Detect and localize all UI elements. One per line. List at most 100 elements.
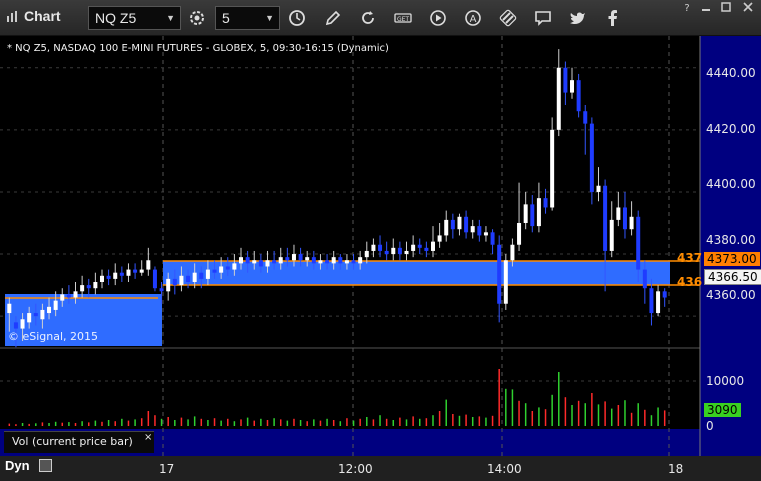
candle-body <box>424 247 429 251</box>
candle-body <box>258 260 263 267</box>
time-tick: 12:00 <box>338 462 373 476</box>
candle-body <box>656 291 661 314</box>
candle-body <box>603 185 608 251</box>
maximize-icon <box>721 2 731 12</box>
time-template-button[interactable] <box>284 6 310 30</box>
svg-text:?: ? <box>684 3 689 12</box>
candle-body <box>556 67 561 130</box>
interval-input[interactable]: 5 ▼ <box>215 6 280 30</box>
candle-body <box>450 219 455 230</box>
close-icon <box>743 2 753 12</box>
candle-body <box>530 204 535 227</box>
svg-text:GET: GET <box>397 16 409 23</box>
alert-button[interactable]: A <box>460 6 486 30</box>
band-low-edge-label: 436 <box>677 275 703 289</box>
candle-body <box>159 288 164 292</box>
time-axis-bg <box>0 456 761 481</box>
candle-body <box>47 306 52 314</box>
twitter-icon <box>570 12 585 25</box>
settings-gear-button[interactable] <box>184 6 210 30</box>
chart-toolbar: Chart NQ Z5 ▼ 5 ▼ GET A ? <box>0 0 761 36</box>
chevron-down-icon[interactable]: ▼ <box>265 7 274 29</box>
chart-app-icon <box>7 11 17 22</box>
copyright-text: © eSignal, 2015 <box>8 330 99 343</box>
value-band <box>163 261 670 285</box>
candle-body <box>73 291 78 298</box>
candle-body <box>40 309 45 320</box>
maximize-button[interactable] <box>716 0 736 14</box>
volume-tick: 0 <box>706 419 714 433</box>
candle-body <box>305 257 310 261</box>
candle-body <box>378 244 383 251</box>
settings-small-icon[interactable] <box>39 459 52 472</box>
candle-body <box>397 247 402 255</box>
candle-body <box>33 313 38 317</box>
gear-icon <box>190 11 204 25</box>
refresh-icon <box>362 11 374 24</box>
volume-last-badge: 3090 <box>704 403 741 417</box>
candle-body <box>576 80 581 112</box>
candle-body <box>483 232 488 236</box>
candle-body <box>384 250 389 255</box>
twitter-button[interactable] <box>565 6 591 30</box>
alert-icon: A <box>465 10 481 26</box>
app-title-text: Chart <box>24 8 61 24</box>
draw-button[interactable] <box>320 6 346 30</box>
play-button[interactable] <box>425 6 451 30</box>
help-icon: ? <box>684 3 689 12</box>
chat-button[interactable] <box>530 6 556 30</box>
app-title: Chart <box>6 8 61 24</box>
volume-legend-close-button[interactable]: × <box>144 432 152 443</box>
candle-body <box>186 275 191 282</box>
candle-body <box>510 244 515 261</box>
candle-body <box>550 129 555 208</box>
candle-body <box>662 291 667 298</box>
facebook-button[interactable] <box>600 6 626 30</box>
candle-body <box>86 285 91 289</box>
candle-body <box>622 207 627 230</box>
volume-legend[interactable]: Vol (current price bar) <box>4 431 154 453</box>
price-tick: 4420.00 <box>706 122 756 136</box>
candle-body <box>126 269 131 276</box>
candle-body <box>358 257 363 264</box>
candle-body <box>325 260 330 264</box>
candle-body <box>298 254 303 261</box>
minimize-button[interactable] <box>696 0 716 14</box>
candle-body <box>245 257 250 264</box>
candle-body <box>179 275 184 286</box>
symbol-input[interactable]: NQ Z5 ▼ <box>88 6 181 30</box>
candle-body <box>457 216 462 230</box>
symbol-value: NQ Z5 <box>95 10 137 26</box>
candle-body <box>563 67 568 93</box>
svg-text:A: A <box>470 14 477 25</box>
candle-body <box>331 257 336 264</box>
price-volume-chart[interactable] <box>0 36 761 481</box>
band-high-price-badge: 4373.00 <box>704 252 760 266</box>
candle-body <box>265 260 270 267</box>
candle-body <box>192 272 197 282</box>
candle-body <box>318 260 323 264</box>
refresh-button[interactable] <box>355 6 381 30</box>
candle-body <box>27 313 32 323</box>
volume-tick: 10000 <box>706 374 745 388</box>
candle-body <box>119 272 124 276</box>
help-button[interactable]: ? <box>677 0 697 14</box>
link-button[interactable] <box>495 6 521 30</box>
candle-body <box>166 278 171 292</box>
dynamic-mode-label[interactable]: Dyn <box>5 458 30 473</box>
get-data-button[interactable]: GET <box>390 6 416 30</box>
candle-body <box>609 219 614 251</box>
last-price-badge: 4366.50 <box>704 269 761 285</box>
chart-area[interactable]: * NQ Z5, NASDAQ 100 E-MINI FUTURES - GLO… <box>0 36 761 481</box>
candle-body <box>391 247 396 255</box>
price-tick: 4400.00 <box>706 177 756 191</box>
candle-body <box>543 198 548 208</box>
chevron-down-icon[interactable]: ▼ <box>166 7 175 29</box>
close-button[interactable] <box>738 0 758 14</box>
candle-body <box>60 294 65 301</box>
candle-body <box>285 257 290 261</box>
time-tick: 18 <box>668 462 684 476</box>
candle-body <box>172 278 177 286</box>
candle-body <box>152 269 157 289</box>
minimize-icon <box>702 9 710 11</box>
